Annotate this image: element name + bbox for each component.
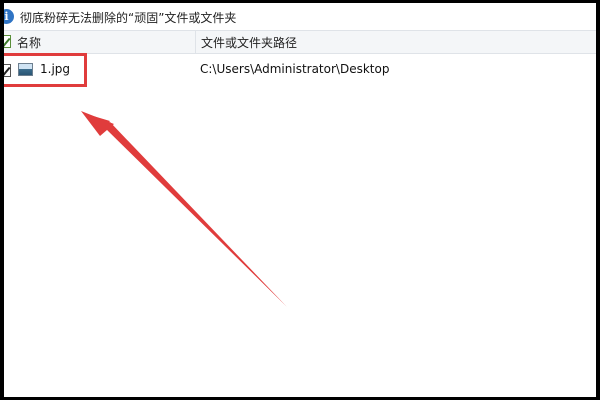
shredder-window: i 彻底粉碎无法删除的“顽固”文件或文件夹 名称 文件或文件夹路径 1.jpg … bbox=[4, 3, 596, 397]
column-divider[interactable] bbox=[195, 31, 196, 53]
file-list-header: 名称 文件或文件夹路径 bbox=[4, 30, 596, 54]
file-checkbox[interactable] bbox=[4, 64, 11, 77]
file-name: 1.jpg bbox=[40, 62, 71, 76]
image-file-icon bbox=[18, 63, 33, 76]
table-row[interactable]: 1.jpg C:\Users\Administrator\Desktop bbox=[4, 55, 596, 83]
column-header-path[interactable]: 文件或文件夹路径 bbox=[201, 34, 297, 51]
file-path: C:\Users\Administrator\Desktop bbox=[200, 62, 390, 76]
column-header-name[interactable]: 名称 bbox=[17, 34, 41, 51]
window-title: 彻底粉碎无法删除的“顽固”文件或文件夹 bbox=[20, 11, 237, 25]
title-bar: i 彻底粉碎无法删除的“顽固”文件或文件夹 bbox=[4, 3, 596, 30]
select-all-checkbox[interactable] bbox=[4, 35, 11, 48]
info-icon: i bbox=[4, 9, 14, 24]
